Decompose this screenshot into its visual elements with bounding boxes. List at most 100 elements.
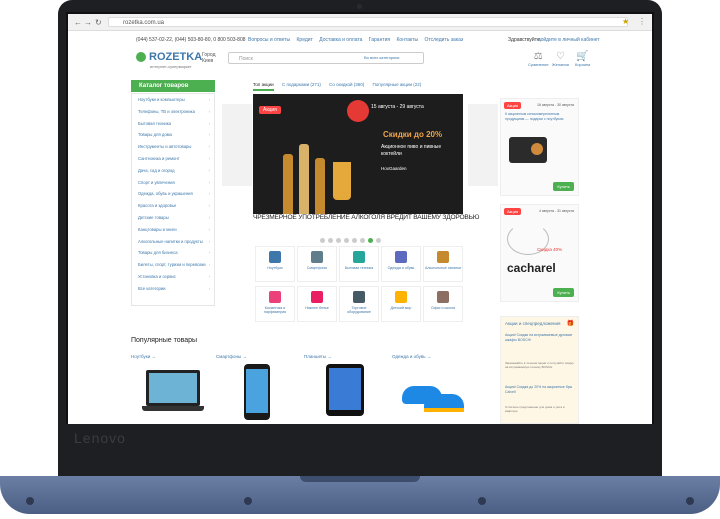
carousel-dot[interactable] — [328, 238, 333, 243]
carousel-dot[interactable] — [360, 238, 365, 243]
buy-button[interactable]: Купить — [553, 182, 574, 191]
cart-button[interactable]: 🛒 Корзина — [575, 51, 590, 67]
carousel-dot-active[interactable] — [368, 238, 373, 243]
device-logo: Lenovo — [74, 430, 126, 446]
tile-clothing[interactable]: Одежда и обувь — [381, 246, 421, 282]
catalog-item[interactable]: Красота и здоровье — [132, 200, 214, 212]
forward-icon[interactable]: → — [84, 18, 92, 27]
buy-button[interactable]: Купить — [553, 288, 574, 297]
tablet-product[interactable] — [326, 364, 364, 416]
catalog-item[interactable]: Канцтовары и книги — [132, 224, 214, 236]
tile-cosmetics[interactable]: Косметика и парфюмерия — [255, 286, 295, 322]
catalog-item[interactable]: Одежда, обувь и украшения — [132, 188, 214, 200]
heart-icon: ♡ — [555, 51, 565, 62]
tile-kids[interactable]: Детский мир — [381, 286, 421, 322]
next-banner-preview[interactable] — [468, 104, 498, 186]
tab-top[interactable]: Топ акции — [253, 82, 274, 91]
carousel-dot[interactable] — [376, 238, 381, 243]
wishlist-button[interactable]: ♡ Желания — [552, 51, 569, 67]
smartphone-icon — [311, 251, 323, 263]
offer-card[interactable]: Акция 4 августа - 31 августа Скидка 40% … — [500, 204, 579, 302]
popular-cat-phones[interactable]: Смартфоны → — [216, 354, 247, 359]
catalog-item[interactable]: Инструменты и автотовары — [132, 141, 214, 153]
catalog-item[interactable]: Спорт и увлечения — [132, 177, 214, 189]
promo-header[interactable]: Акции и спецпредложения — [505, 321, 560, 326]
promo-desc: Заказывайте в течение акции и получайте … — [505, 361, 574, 370]
promo-link[interactable]: Акция! Скидка до 20% на акционные бры Ca… — [505, 385, 575, 395]
link-track-order[interactable]: Отследить заказ — [425, 37, 464, 43]
smartphone-product[interactable] — [244, 364, 270, 420]
catalog-item[interactable]: Билеты, спорт, туризм и перевозки — [132, 259, 214, 271]
shoe-product[interactable] — [398, 380, 468, 414]
carousel-dot[interactable] — [320, 238, 325, 243]
popular-cat-clothing[interactable]: Одежда и обувь → — [392, 354, 431, 359]
popular-cat-tablets[interactable]: Планшеты → — [304, 354, 332, 359]
link-warranty[interactable]: Гарантия — [369, 37, 390, 43]
glass-icon — [333, 162, 351, 200]
link-faq[interactable]: Вопросы и ответы — [248, 37, 290, 43]
reload-icon[interactable]: ↻ — [95, 18, 102, 27]
promo-link[interactable]: Акция! Скидки на встраиваемые духовые шк… — [505, 333, 575, 343]
login-link[interactable]: войдите в личный кабинет — [538, 37, 600, 43]
laptop-product[interactable] — [142, 370, 204, 414]
catalog-menu: Ноутбуки и компьютеры Телефоны, ТВ и эле… — [131, 93, 215, 306]
tile-office[interactable]: Офис и школа — [423, 286, 463, 322]
back-icon[interactable]: ← — [74, 18, 82, 27]
tab-gifts[interactable]: С подарками (271) — [282, 82, 321, 87]
offer-text[interactable]: К акционным консьюмерелятным продукциям … — [505, 112, 575, 122]
link-contacts[interactable]: Контакты — [397, 37, 419, 43]
health-warning: ЧРЕЗМЕРНОЕ УПОТРЕБЛЕНИЕ АЛКОГОЛЯ ВРЕДИТ … — [253, 214, 480, 221]
catalog-item[interactable]: Дача, сад и огород — [132, 165, 214, 177]
site-logo[interactable]: ROZETKA — [136, 51, 202, 63]
phone-numbers: (044) 537-02-22, (044) 503-80-80, 0 800 … — [136, 37, 246, 43]
top-links: Вопросы и ответы Кредит Доставка и оплат… — [248, 37, 468, 43]
catalog-button[interactable]: Каталог товаров — [131, 80, 215, 92]
bottle-icon — [299, 144, 309, 214]
foot — [478, 497, 486, 505]
appliance-icon — [353, 251, 365, 263]
search-category-select[interactable]: Во всех категориях — [364, 55, 400, 60]
promo-desc: Отличное предложение для дома и уюта в к… — [505, 405, 565, 414]
tile-smartphones[interactable]: Смартфоны — [297, 246, 337, 282]
tile-appliances[interactable]: Бытовая техника — [339, 246, 379, 282]
tile-lingerie[interactable]: Нижнее белье — [297, 286, 337, 322]
catalog-item[interactable]: Детские товары — [132, 212, 214, 224]
city-selector[interactable]: Город Киев — [202, 52, 216, 64]
catalog-item[interactable]: Сантехника и ремонт — [132, 153, 214, 165]
catalog-item[interactable]: Алкогольные напитки и продукты — [132, 236, 214, 248]
compare-button[interactable]: ⚖ Сравнение — [528, 51, 549, 67]
catalog-item[interactable]: Бытовая техника — [132, 118, 214, 130]
offer-text: Скидка 40% — [537, 247, 563, 252]
laptop-chin — [58, 424, 662, 476]
webcam-icon — [357, 4, 362, 9]
catalog-item[interactable]: Ноутбуки и компьютеры — [132, 94, 214, 106]
carousel-dot[interactable] — [336, 238, 341, 243]
foot — [686, 497, 694, 505]
tile-alcohol[interactable]: Алкогольные напитки — [423, 246, 463, 282]
catalog-item[interactable]: Телефоны, ТВ и электроника — [132, 106, 214, 118]
tile-laptops[interactable]: Ноутбуки — [255, 246, 295, 282]
carousel-dot[interactable] — [344, 238, 349, 243]
offer-card[interactable]: Акция 16 августа - 30 августа К акционны… — [500, 98, 579, 196]
tab-discount[interactable]: Со скидкой (360) — [329, 82, 364, 87]
offer-date: 4 августа - 31 августа — [538, 209, 574, 213]
catalog-item[interactable]: Товары для бизнеса — [132, 247, 214, 259]
carousel-dot[interactable] — [352, 238, 357, 243]
address-bar[interactable]: rozetka.com.ua — [108, 17, 628, 27]
bottle-icon — [283, 154, 293, 214]
bookmark-star-icon[interactable]: ★ — [622, 17, 629, 26]
link-credit[interactable]: Кредит — [297, 37, 313, 43]
tab-popular[interactable]: Популярные акции (22) — [373, 82, 422, 87]
link-delivery[interactable]: Доставка и оплата — [319, 37, 362, 43]
tile-equipment[interactable]: Торговое оборудование — [339, 286, 379, 322]
catalog-item-all[interactable]: Все категории — [132, 283, 214, 295]
popular-cat-laptops[interactable]: Ноутбуки → — [131, 354, 156, 359]
prev-banner-preview[interactable] — [222, 104, 252, 186]
cash-register-icon — [353, 291, 365, 303]
catalog-item[interactable]: Установка и сервис — [132, 271, 214, 283]
promo-banner[interactable]: Акция 15 августа - 29 августа Скидки до … — [253, 94, 463, 214]
menu-icon[interactable]: ⋮ — [638, 17, 646, 26]
radio-product-image — [509, 137, 547, 163]
promo-sidebar: Акции и спецпредложения 🎁 Акция! Скидки … — [500, 316, 579, 424]
catalog-item[interactable]: Товары для дома — [132, 129, 214, 141]
